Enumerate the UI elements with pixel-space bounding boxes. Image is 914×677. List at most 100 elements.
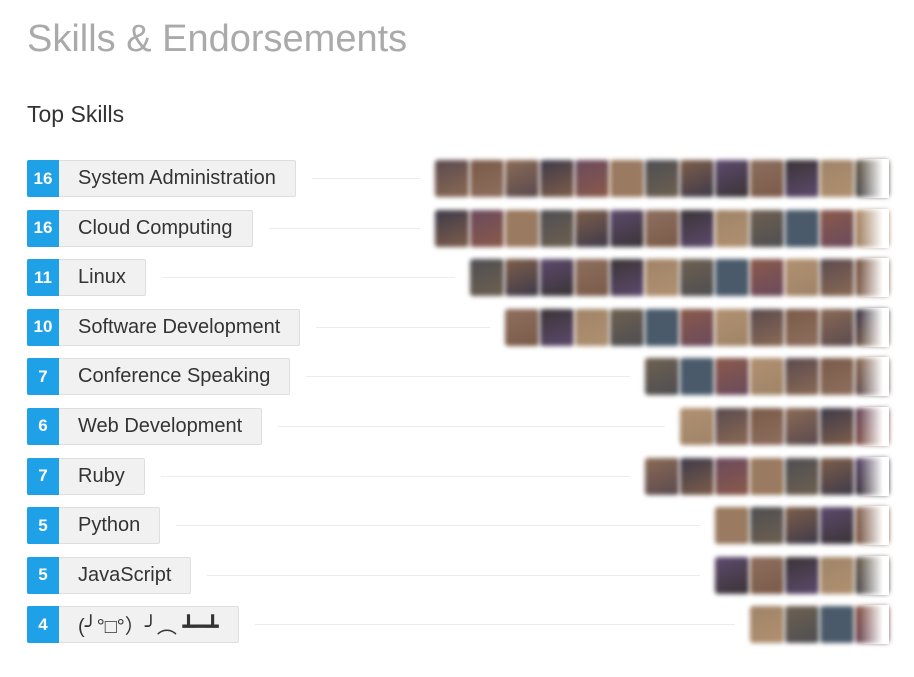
- endorser-avatar[interactable]: [715, 457, 749, 495]
- skill-pill[interactable]: 16 Cloud Computing: [27, 209, 253, 247]
- endorser-avatar[interactable]: [750, 308, 784, 346]
- endorser-avatar[interactable]: [575, 259, 609, 297]
- endorser-avatar[interactable]: [715, 259, 749, 297]
- endorser-avatar[interactable]: [610, 209, 644, 247]
- endorser-avatars[interactable]: [469, 258, 889, 297]
- endorser-avatar[interactable]: [470, 259, 504, 297]
- endorsement-count-badge[interactable]: 4: [27, 606, 59, 644]
- skill-name[interactable]: Web Development: [59, 407, 263, 445]
- endorser-avatar[interactable]: [820, 407, 854, 445]
- endorser-avatar[interactable]: [645, 457, 679, 495]
- endorser-avatar[interactable]: [715, 358, 749, 396]
- endorsement-count-badge[interactable]: 6: [27, 407, 59, 445]
- endorser-avatar[interactable]: [610, 308, 644, 346]
- endorser-avatar[interactable]: [680, 407, 714, 445]
- endorser-avatar[interactable]: [505, 308, 539, 346]
- endorser-avatar[interactable]: [470, 160, 504, 197]
- endorser-avatar[interactable]: [785, 308, 819, 346]
- endorser-avatar[interactable]: [575, 209, 609, 247]
- endorser-avatar[interactable]: [785, 259, 819, 297]
- endorser-avatar[interactable]: [645, 308, 679, 346]
- skill-name[interactable]: (╯°□°）╯︵ ┻━┻: [59, 606, 239, 644]
- endorser-avatar[interactable]: [715, 308, 749, 346]
- endorser-avatar[interactable]: [785, 606, 819, 644]
- endorser-avatar[interactable]: [820, 457, 854, 495]
- endorser-avatar[interactable]: [750, 556, 784, 594]
- endorser-avatars[interactable]: [644, 457, 889, 496]
- endorsement-count-badge[interactable]: 16: [27, 209, 59, 247]
- skill-pill[interactable]: 10 Software Development: [27, 308, 301, 346]
- endorsement-count-badge[interactable]: 5: [27, 556, 59, 594]
- endorser-avatar[interactable]: [750, 457, 784, 495]
- endorser-avatar[interactable]: [750, 606, 784, 644]
- endorsement-count-badge[interactable]: 7: [27, 358, 59, 396]
- endorser-avatar[interactable]: [645, 160, 679, 197]
- endorser-avatar[interactable]: [715, 556, 749, 594]
- endorser-avatar[interactable]: [610, 259, 644, 297]
- endorser-avatar[interactable]: [680, 457, 714, 495]
- endorser-avatar[interactable]: [750, 259, 784, 297]
- endorser-avatar[interactable]: [680, 259, 714, 297]
- endorsement-count-badge[interactable]: 7: [27, 457, 59, 495]
- endorser-avatar[interactable]: [785, 160, 819, 197]
- endorser-avatars[interactable]: [434, 209, 889, 248]
- skill-name[interactable]: Python: [59, 507, 161, 545]
- endorser-avatar[interactable]: [820, 160, 854, 197]
- endorser-avatar[interactable]: [750, 407, 784, 445]
- endorser-avatar[interactable]: [715, 160, 749, 197]
- endorser-avatar[interactable]: [680, 308, 714, 346]
- endorsement-count-badge[interactable]: 10: [27, 308, 59, 346]
- endorser-avatar[interactable]: [820, 308, 854, 346]
- endorser-avatar[interactable]: [785, 556, 819, 594]
- endorser-avatar[interactable]: [750, 358, 784, 396]
- endorser-avatar[interactable]: [715, 209, 749, 247]
- skill-name[interactable]: Cloud Computing: [59, 209, 253, 247]
- endorser-avatar[interactable]: [435, 160, 469, 197]
- endorser-avatar[interactable]: [575, 308, 609, 346]
- skill-pill[interactable]: 5 Python: [27, 507, 161, 545]
- endorser-avatars[interactable]: [434, 159, 889, 198]
- endorser-avatar[interactable]: [820, 358, 854, 396]
- endorser-avatars[interactable]: [644, 357, 889, 396]
- endorser-avatar[interactable]: [505, 160, 539, 197]
- endorser-avatar[interactable]: [750, 160, 784, 197]
- skill-name[interactable]: JavaScript: [59, 556, 192, 594]
- endorser-avatar[interactable]: [785, 358, 819, 396]
- skill-pill[interactable]: 7 Ruby: [27, 457, 145, 495]
- endorser-avatar[interactable]: [820, 209, 854, 247]
- endorser-avatar[interactable]: [785, 209, 819, 247]
- skill-name[interactable]: System Administration: [59, 160, 296, 197]
- endorser-avatar[interactable]: [785, 407, 819, 445]
- endorsement-count-badge[interactable]: 16: [27, 160, 59, 197]
- endorser-avatar[interactable]: [540, 209, 574, 247]
- endorsement-count-badge[interactable]: 11: [27, 259, 59, 297]
- endorser-avatars[interactable]: [679, 407, 889, 446]
- endorser-avatar[interactable]: [820, 606, 854, 644]
- endorsement-count-badge[interactable]: 5: [27, 507, 59, 545]
- endorser-avatar[interactable]: [785, 507, 819, 545]
- endorser-avatar[interactable]: [435, 209, 469, 247]
- endorser-avatar[interactable]: [505, 209, 539, 247]
- endorser-avatar[interactable]: [820, 507, 854, 545]
- endorser-avatar[interactable]: [575, 160, 609, 197]
- endorser-avatar[interactable]: [750, 209, 784, 247]
- skill-pill[interactable]: 6 Web Development: [27, 407, 263, 445]
- endorser-avatar[interactable]: [610, 160, 644, 197]
- endorser-avatar[interactable]: [540, 160, 574, 197]
- endorser-avatar[interactable]: [820, 259, 854, 297]
- endorser-avatar[interactable]: [820, 556, 854, 594]
- skill-name[interactable]: Linux: [59, 259, 146, 297]
- endorser-avatar[interactable]: [680, 358, 714, 396]
- endorser-avatar[interactable]: [645, 358, 679, 396]
- endorser-avatar[interactable]: [750, 507, 784, 545]
- endorser-avatar[interactable]: [505, 259, 539, 297]
- endorser-avatar[interactable]: [645, 209, 679, 247]
- endorser-avatar[interactable]: [680, 160, 714, 197]
- skill-pill[interactable]: 11 Linux: [27, 259, 146, 297]
- skill-name[interactable]: Ruby: [59, 457, 145, 495]
- endorser-avatar[interactable]: [540, 259, 574, 297]
- skill-pill[interactable]: 5 JavaScript: [27, 556, 192, 594]
- endorser-avatar[interactable]: [785, 457, 819, 495]
- endorser-avatar[interactable]: [680, 209, 714, 247]
- endorser-avatar[interactable]: [715, 507, 749, 545]
